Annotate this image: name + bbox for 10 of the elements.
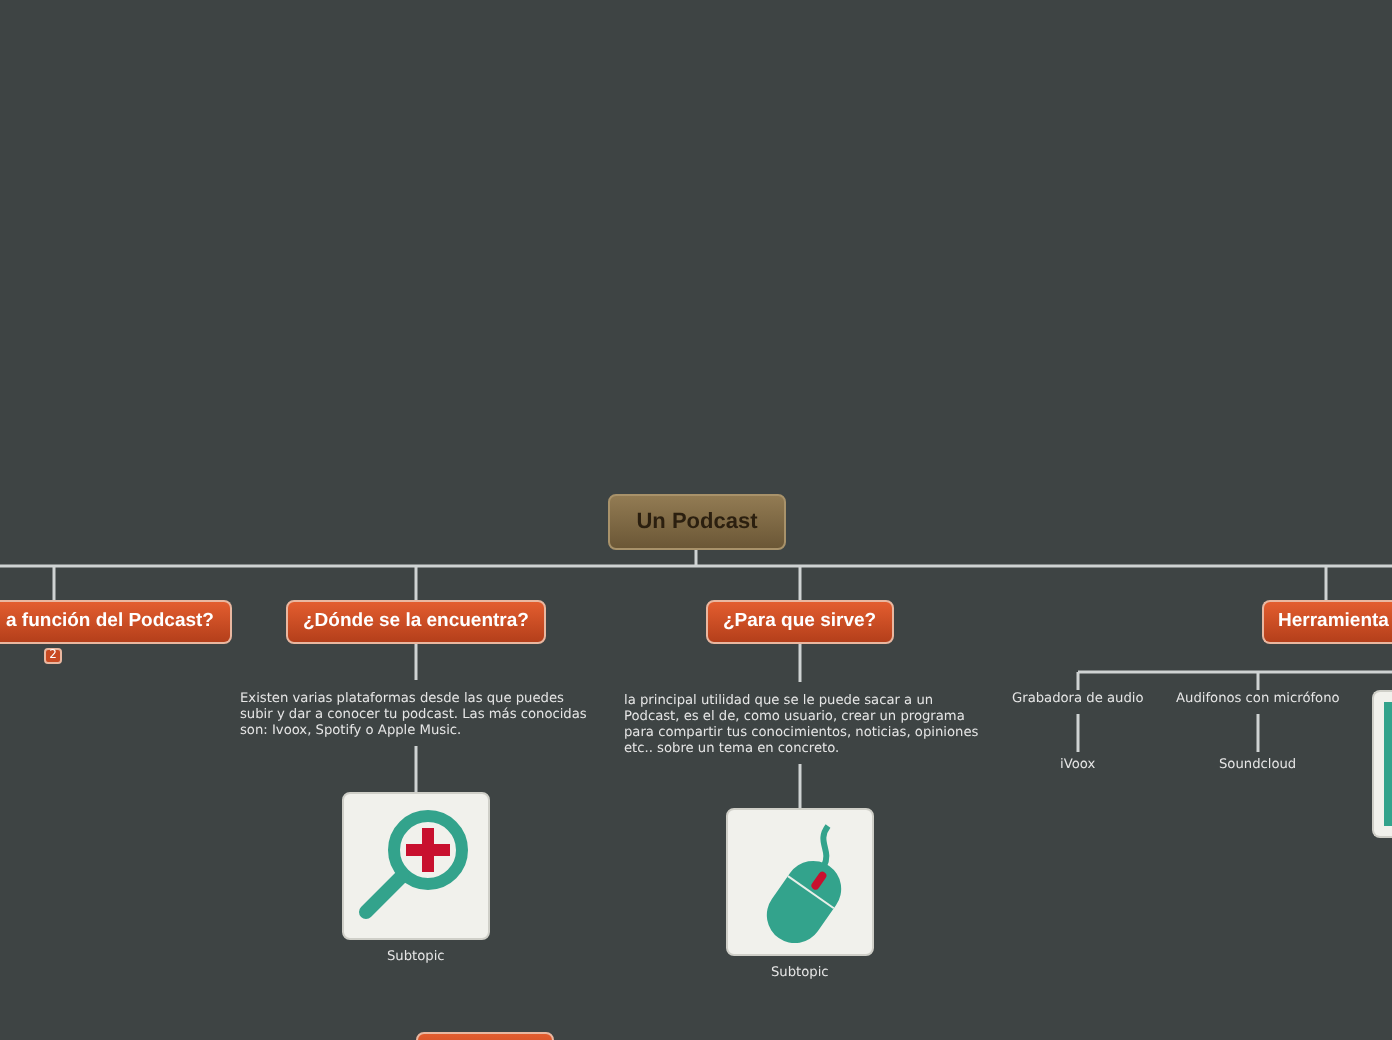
topic-node[interactable]: a función del Podcast? [0,600,232,644]
connector-line [414,644,418,680]
connector-line [1256,714,1260,752]
connector-line [798,644,802,682]
topic-node[interactable]: Herramienta [1262,600,1392,644]
connector-line [1076,714,1080,752]
topic-node[interactable]: ¿Dónde se la encuentra? [285,600,547,644]
picture-fragment [1384,702,1392,826]
topic-node[interactable]: ¿Para que sirve? [705,600,895,644]
central-topic[interactable]: Un Podcast [608,494,786,550]
